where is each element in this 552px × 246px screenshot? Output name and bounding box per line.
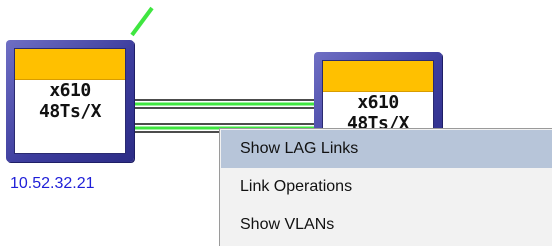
model-line-1: x610: [357, 92, 399, 113]
uplink-edge[interactable]: [130, 6, 154, 37]
switch-ip-label: 10.52.32.21: [10, 175, 95, 192]
model-line-1: x610: [49, 80, 91, 101]
switch-node-1[interactable]: x610 48Ts/X: [6, 40, 134, 162]
model-line-2: 48Ts/X: [38, 101, 102, 122]
switch-status-band: [15, 49, 125, 80]
switch-node-face: x610 48Ts/X: [14, 48, 126, 154]
menu-item-show-lag-links[interactable]: Show LAG Links: [221, 130, 552, 168]
menu-item-show-vlans[interactable]: Show VLANs: [221, 206, 552, 244]
lag-link-top[interactable]: [134, 99, 314, 109]
context-menu: Show LAG Links Link Operations Show VLAN…: [219, 128, 552, 246]
switch-model-label: x610 48Ts/X: [15, 80, 125, 122]
menu-item-link-operations[interactable]: Link Operations: [221, 168, 552, 206]
switch-status-band: [323, 61, 433, 92]
